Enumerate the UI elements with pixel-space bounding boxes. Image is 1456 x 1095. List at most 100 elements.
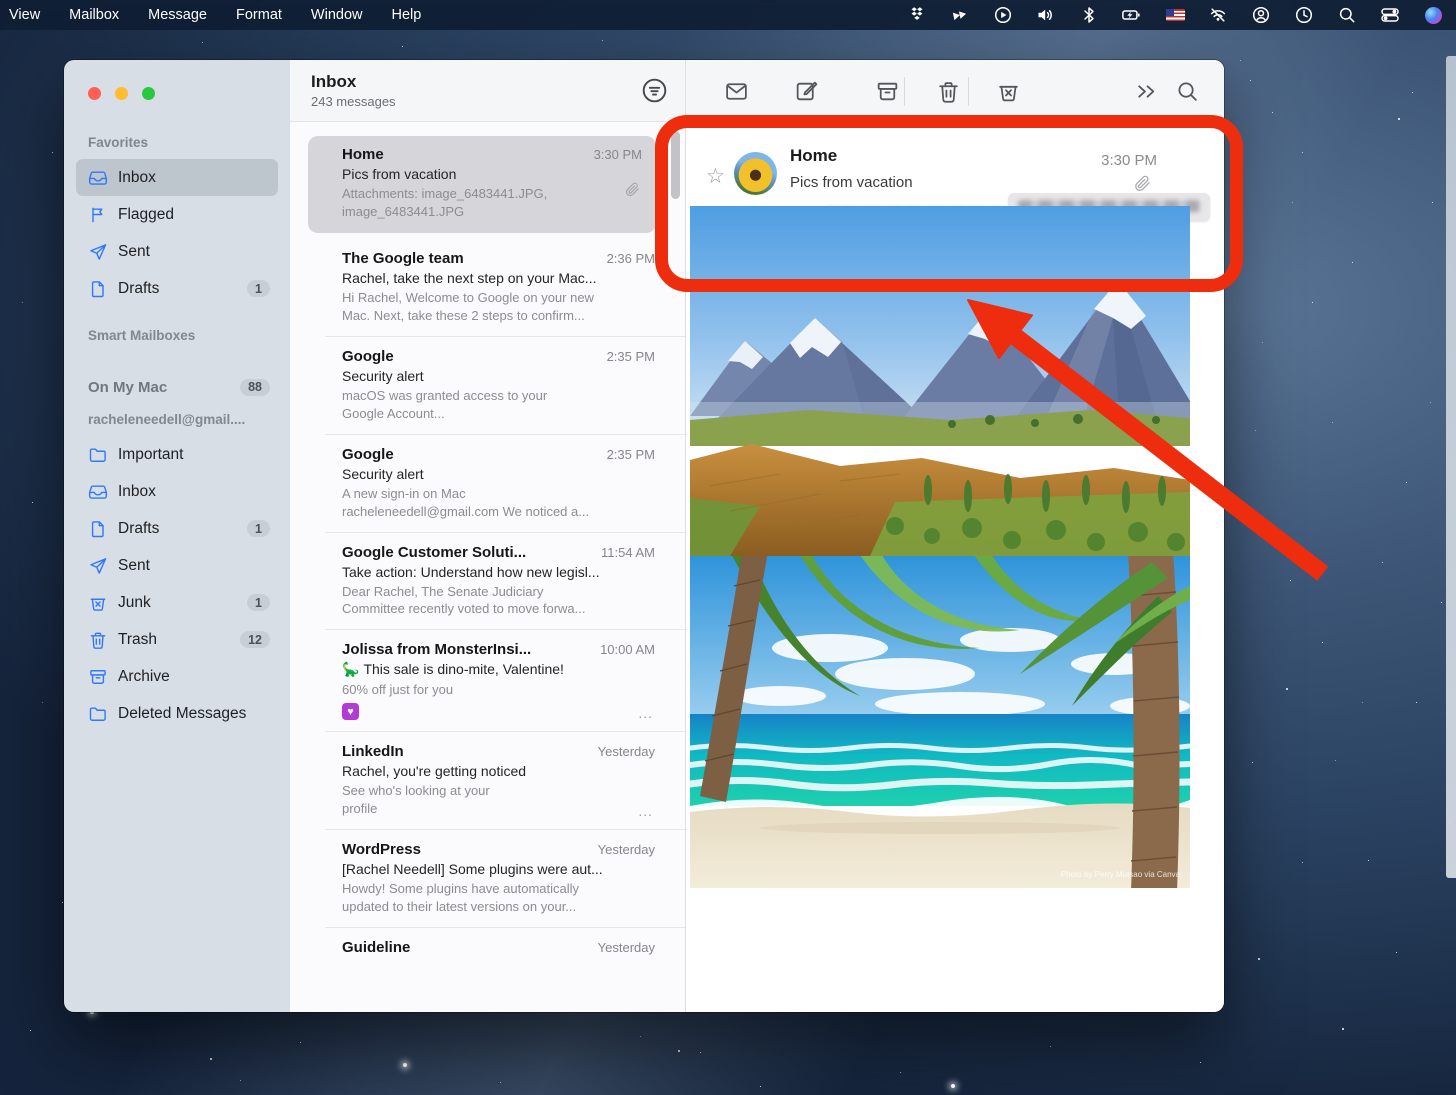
bright-star	[403, 1063, 407, 1067]
close-button[interactable]	[88, 87, 101, 100]
menu-help[interactable]: Help	[391, 7, 421, 23]
mail-window: Favorites Inbox Flagged Sent Drafts 1 Sm…	[64, 60, 1224, 1012]
delete-icon[interactable]	[936, 79, 961, 104]
bluetooth-icon[interactable]	[1079, 5, 1099, 25]
message-row-google-1[interactable]: Google2:35 PM Security alert macOS was g…	[290, 337, 685, 434]
menu-bar: View Mailbox Message Format Window Help	[0, 0, 1456, 30]
account-icon[interactable]	[1251, 5, 1271, 25]
menu-window[interactable]: Window	[311, 7, 363, 23]
message-sender: Jolissa from MonsterInsi...	[342, 641, 592, 658]
search-toolbar-icon[interactable]	[1175, 79, 1200, 104]
more-toolbar-icon[interactable]	[1134, 79, 1159, 104]
filter-button[interactable]	[641, 77, 668, 104]
sidebar-item-account-drafts[interactable]: Drafts 1	[76, 510, 278, 547]
flag-icon	[88, 205, 108, 225]
sidebar-item-drafts[interactable]: Drafts 1	[76, 270, 278, 307]
on-my-mac-count-badge: 88	[240, 379, 270, 396]
message-time: Yesterday	[598, 842, 655, 857]
message-row-wordpress[interactable]: WordPressYesterday [Rachel Needell] Some…	[290, 830, 685, 927]
spark-icon[interactable]	[950, 5, 970, 25]
sidebar-item-label: Important	[118, 446, 270, 464]
section-header-account: racheleneedell@gmail....	[88, 412, 278, 430]
sidebar-item-account-sent[interactable]: Sent	[76, 547, 278, 584]
list-scrollbar[interactable]	[671, 131, 680, 199]
message-subject: Take action: Understand how new legisl..…	[342, 564, 655, 580]
search-icon[interactable]	[1337, 5, 1357, 25]
sidebar-item-archive[interactable]: Archive	[76, 658, 278, 695]
message-snippet: Hi Rachel, Welcome to Google on your new…	[342, 289, 655, 325]
message-sender: LinkedIn	[342, 743, 590, 760]
compose-icon[interactable]	[794, 79, 819, 104]
sidebar-item-sent[interactable]: Sent	[76, 233, 278, 270]
attachment-image-beach[interactable]	[690, 556, 1190, 888]
sidebar-item-important[interactable]: Important	[76, 436, 278, 473]
play-icon[interactable]	[993, 5, 1013, 25]
message-sender: Guideline	[342, 939, 590, 956]
sidebar-item-label: Junk	[118, 594, 237, 612]
sidebar-item-deleted-messages[interactable]: Deleted Messages	[76, 695, 278, 732]
menu-mailbox[interactable]: Mailbox	[69, 7, 119, 23]
message-sender: Home	[342, 146, 586, 163]
clock-icon[interactable]	[1294, 5, 1314, 25]
toolbar-separator	[904, 77, 905, 106]
message-row-google-team[interactable]: The Google team 2:36 PM Rachel, take the …	[290, 239, 685, 336]
message-row-google-customer[interactable]: Google Customer Soluti...11:54 AM Take a…	[290, 533, 685, 630]
message-row-jolissa[interactable]: Jolissa from MonsterInsi...10:00 AM 🦕Thi…	[290, 630, 685, 731]
toolbar-separator	[968, 77, 969, 106]
attachment-image-mountains[interactable]	[690, 206, 1190, 556]
drafts-count-badge: 1	[247, 280, 270, 297]
message-subject: Rachel, take the next step on your Mac..…	[342, 270, 655, 286]
inbox-icon	[88, 168, 108, 188]
message-row-guideline[interactable]: Guideline Yesterday	[290, 928, 685, 967]
message-time: 2:35 PM	[607, 349, 655, 364]
sidebar-item-on-my-mac[interactable]: On My Mac 88	[88, 374, 270, 400]
trash-icon	[88, 630, 108, 650]
sidebar-item-junk[interactable]: Junk 1	[76, 584, 278, 621]
message-time: 2:35 PM	[607, 447, 655, 462]
sidebar-item-label: Sent	[118, 243, 270, 261]
battery-charging-icon[interactable]	[1122, 5, 1142, 25]
message-time: 2:36 PM	[607, 251, 655, 266]
sidebar-item-trash[interactable]: Trash 12	[76, 621, 278, 658]
sidebar-item-inbox[interactable]: Inbox	[76, 159, 278, 196]
menu-view[interactable]: View	[9, 7, 40, 23]
window-controls	[88, 87, 278, 100]
message-subject: Security alert	[342, 368, 655, 384]
sidebar-item-label: Sent	[118, 557, 270, 575]
siri-icon[interactable]	[1423, 5, 1443, 25]
archive-icon[interactable]	[875, 79, 900, 104]
keyboard-us-flag-icon[interactable]	[1165, 5, 1185, 25]
message-list-body: Home3:30 PM Pics from vacation Attachmen…	[290, 123, 685, 1012]
more-ellipsis: ...	[638, 803, 653, 819]
message-sender: The Google team	[342, 250, 599, 267]
junk-count-badge: 1	[247, 594, 270, 611]
message-row-home[interactable]: Home3:30 PM Pics from vacation Attachmen…	[308, 136, 656, 233]
status-icons	[907, 5, 1456, 25]
message-time: Yesterday	[598, 940, 655, 955]
zoom-button[interactable]	[142, 87, 155, 100]
sidebar-item-flagged[interactable]: Flagged	[76, 196, 278, 233]
control-center-icon[interactable]	[1380, 5, 1400, 25]
get-mail-icon[interactable]	[724, 79, 749, 104]
message-snippet: Attachments: image_6483441.JPG, image_64…	[342, 185, 642, 221]
wifi-off-icon[interactable]	[1208, 5, 1228, 25]
junk-icon[interactable]	[996, 79, 1021, 104]
message-sender: WordPress	[342, 841, 590, 858]
message-row-linkedin[interactable]: LinkedInYesterday Rachel, you're getting…	[290, 732, 685, 829]
inbox-icon	[88, 482, 108, 502]
sidebar-item-label: Deleted Messages	[118, 705, 270, 723]
star-icon[interactable]: ☆	[706, 164, 725, 189]
heart-emoji: ♥	[342, 703, 359, 720]
sidebar: Favorites Inbox Flagged Sent Drafts 1 Sm…	[64, 60, 290, 1012]
sidebar-item-label: Drafts	[118, 280, 237, 298]
minimize-button[interactable]	[115, 87, 128, 100]
sidebar-item-account-inbox[interactable]: Inbox	[76, 473, 278, 510]
menu-message[interactable]: Message	[148, 7, 207, 23]
message-snippet: See who's looking at your profile	[342, 782, 655, 818]
menu-format[interactable]: Format	[236, 7, 282, 23]
dropbox-icon[interactable]	[907, 5, 927, 25]
volume-icon[interactable]	[1036, 5, 1056, 25]
message-count: 243 messages	[311, 94, 685, 109]
section-header-smart-mailboxes: Smart Mailboxes	[88, 328, 278, 346]
message-row-google-2[interactable]: Google2:35 PM Security alert A new sign-…	[290, 435, 685, 532]
